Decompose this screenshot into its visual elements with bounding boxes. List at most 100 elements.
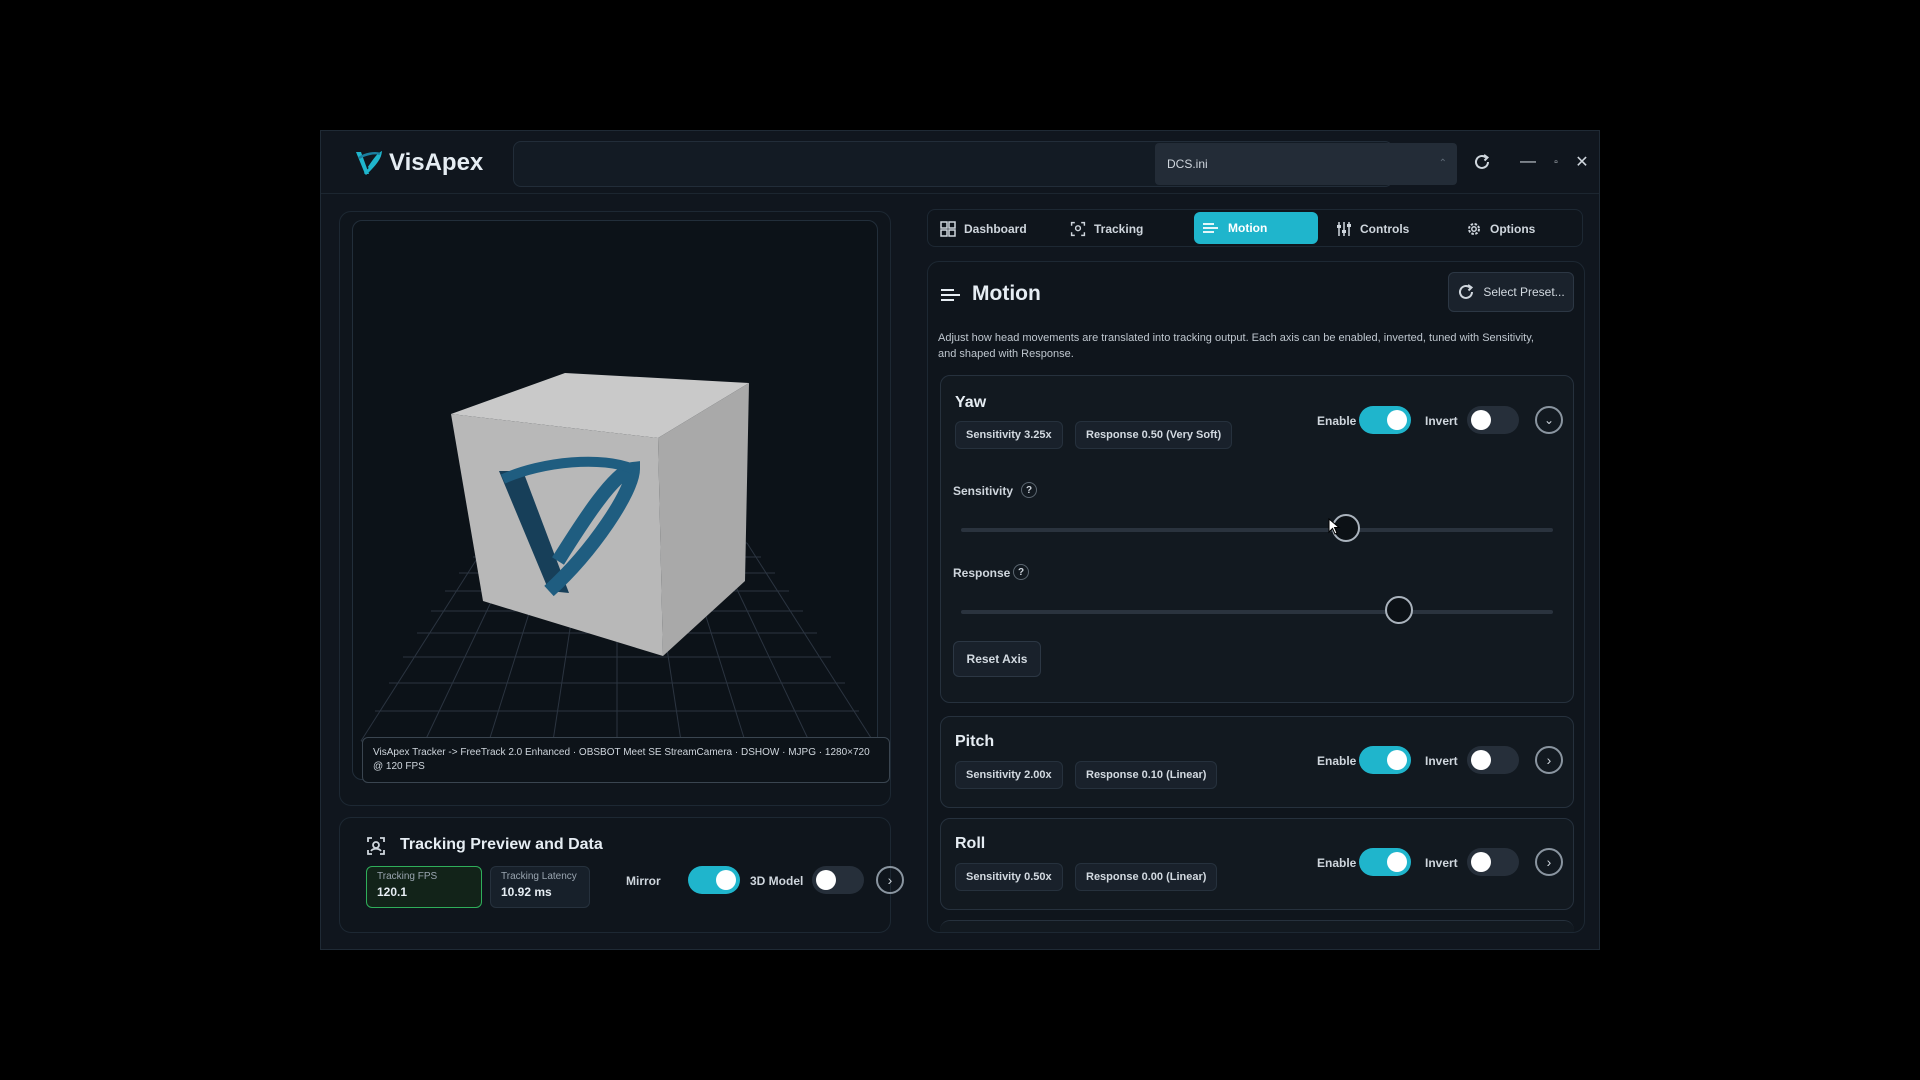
tab-label: Dashboard xyxy=(964,222,1027,236)
dashboard-icon xyxy=(940,221,956,237)
latency-stat: Tracking Latency 10.92 ms xyxy=(490,866,590,908)
close-icon: ✕ xyxy=(1575,154,1589,171)
response-chip: Response 0.00 (Linear) xyxy=(1075,863,1218,891)
app-window: VisApex DCS.ini ⌃ — ▫ ✕ VisApex Tracker … xyxy=(320,130,1600,950)
close-button[interactable]: ✕ xyxy=(1571,149,1593,175)
motion-icon xyxy=(1203,223,1218,233)
gear-icon xyxy=(1468,223,1480,235)
toggle-knob xyxy=(816,870,836,890)
axis-name: Roll xyxy=(955,835,986,852)
roll-invert-toggle[interactable] xyxy=(1467,848,1519,876)
expand-pitch-button[interactable]: › xyxy=(1535,746,1563,774)
select-preset-button[interactable]: Select Preset... xyxy=(1448,272,1574,312)
yaw-invert-toggle[interactable] xyxy=(1467,406,1519,434)
tab-label: Motion xyxy=(1228,221,1268,235)
visapex-logo-icon xyxy=(356,150,383,176)
toggle-knob xyxy=(1387,750,1407,770)
response-label: Response xyxy=(953,566,1011,580)
chevron-down-icon: ⌄ xyxy=(1543,413,1555,427)
toggle-knob xyxy=(1387,852,1407,872)
tab-motion[interactable]: Motion xyxy=(1194,212,1318,244)
enable-label: Enable xyxy=(1317,856,1357,870)
response-chip: Response 0.10 (Linear) xyxy=(1075,761,1218,789)
expand-tracking-button[interactable]: › xyxy=(876,866,904,894)
cube-model xyxy=(451,373,749,656)
axis-card-pitch: Pitch Sensitivity 2.00x Response 0.10 (L… xyxy=(940,716,1574,808)
motion-icon xyxy=(941,289,960,301)
app-name: VisApex xyxy=(389,149,484,176)
mouse-cursor-icon xyxy=(1328,518,1341,535)
minimize-icon: — xyxy=(1520,153,1536,170)
tab-label: Options xyxy=(1490,222,1536,236)
refresh-icon xyxy=(1459,284,1474,299)
chevron-right-icon: › xyxy=(1546,752,1552,768)
refresh-icon xyxy=(1475,154,1490,169)
toggle-knob xyxy=(1471,410,1491,430)
maximize-icon: ▫ xyxy=(1554,156,1558,168)
chevron-right-icon: › xyxy=(1546,854,1552,870)
tracking-icon xyxy=(367,837,385,855)
3d-scene xyxy=(360,373,874,742)
tab-options[interactable]: Options xyxy=(1458,213,1578,245)
tracker-info-text: VisApex Tracker -> FreeTrack 2.0 Enhance… xyxy=(373,747,870,772)
tracking-data-panel: Tracking Preview and Data Tracking FPS 1… xyxy=(339,817,904,933)
fps-stat: Tracking FPS 120.1 xyxy=(366,866,482,908)
invert-label: Invert xyxy=(1425,856,1458,870)
fps-value: 120.1 xyxy=(377,885,408,899)
profile-select-value: DCS.ini xyxy=(1167,157,1208,171)
motion-title: Motion xyxy=(972,282,1041,305)
fps-label: Tracking FPS xyxy=(377,871,438,882)
response-slider-thumb[interactable] xyxy=(1385,596,1414,624)
preview-panel: VisApex Tracker -> FreeTrack 2.0 Enhance… xyxy=(339,211,891,806)
motion-panel: Motion Select Preset... Adjust how head … xyxy=(927,261,1585,933)
axis-card-roll: Roll Sensitivity 0.50x Response 0.00 (Li… xyxy=(940,818,1574,910)
tab-controls[interactable]: Controls xyxy=(1328,213,1448,245)
tracking-icon xyxy=(1070,221,1086,237)
chevron-right-icon: › xyxy=(887,872,893,888)
collapse-yaw-button[interactable]: ⌄ xyxy=(1535,406,1563,434)
latency-value: 10.92 ms xyxy=(501,885,552,899)
expand-roll-button[interactable]: › xyxy=(1535,848,1563,876)
response-slider-track[interactable] xyxy=(961,610,1553,614)
sliders-icon xyxy=(1337,222,1351,236)
axis-name: Pitch xyxy=(955,733,995,750)
sensitivity-slider-track[interactable] xyxy=(961,528,1553,532)
invert-label: Invert xyxy=(1425,414,1458,428)
yaw-enable-toggle[interactable] xyxy=(1359,406,1411,434)
tab-label: Controls xyxy=(1360,222,1410,236)
toggle-knob xyxy=(1471,750,1491,770)
invert-label: Invert xyxy=(1425,754,1458,768)
refresh-button[interactable] xyxy=(1467,147,1497,177)
tracking-panel-title: Tracking Preview and Data xyxy=(400,836,603,853)
response-chip: Response 0.50 (Very Soft) xyxy=(1075,421,1233,449)
pitch-invert-toggle[interactable] xyxy=(1467,746,1519,774)
tab-bar: Dashboard Tracking Motion Controls Optio… xyxy=(927,209,1583,247)
minimize-button[interactable]: — xyxy=(1517,149,1539,175)
latency-label: Tracking Latency xyxy=(501,871,577,882)
toggle-knob xyxy=(1471,852,1491,872)
reset-axis-button[interactable]: Reset Axis xyxy=(953,641,1041,677)
app-logo: VisApex xyxy=(353,145,483,181)
3d-viewport[interactable] xyxy=(352,220,878,780)
enable-label: Enable xyxy=(1317,754,1357,768)
select-preset-label: Select Preset... xyxy=(1483,285,1565,299)
3d-model-label: 3D Model xyxy=(750,874,804,888)
help-icon[interactable]: ? xyxy=(1013,564,1029,580)
maximize-button[interactable]: ▫ xyxy=(1546,149,1566,175)
pitch-enable-toggle[interactable] xyxy=(1359,746,1411,774)
3d-model-toggle[interactable] xyxy=(812,866,864,894)
enable-label: Enable xyxy=(1317,414,1357,428)
tab-label: Tracking xyxy=(1094,222,1144,236)
toggle-knob xyxy=(1387,410,1407,430)
help-icon[interactable]: ? xyxy=(1021,482,1037,498)
tracker-info-box: VisApex Tracker -> FreeTrack 2.0 Enhance… xyxy=(362,737,890,783)
tab-tracking[interactable]: Tracking xyxy=(1062,213,1182,245)
mirror-toggle[interactable] xyxy=(688,866,740,894)
toggle-knob xyxy=(716,870,736,890)
tab-dashboard[interactable]: Dashboard xyxy=(932,213,1052,245)
axis-name: Yaw xyxy=(955,394,987,411)
profile-select[interactable]: DCS.ini ⌃ xyxy=(1155,143,1457,185)
roll-enable-toggle[interactable] xyxy=(1359,848,1411,876)
left-column: VisApex Tracker -> FreeTrack 2.0 Enhance… xyxy=(339,211,904,933)
motion-description: Adjust how head movements are translated… xyxy=(938,332,1534,360)
